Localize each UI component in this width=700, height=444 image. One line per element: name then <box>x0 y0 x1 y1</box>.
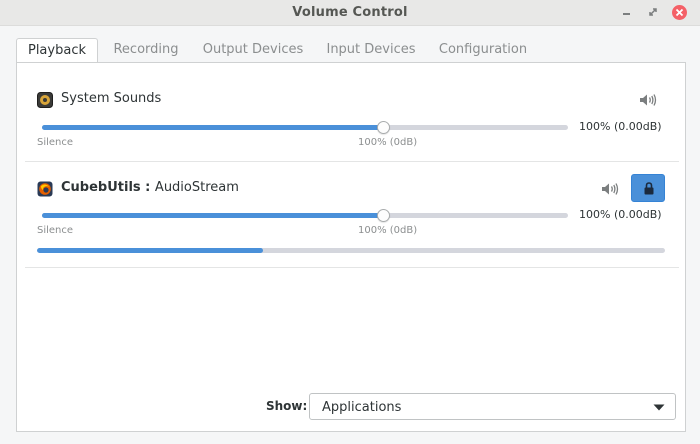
volume-slider-fill <box>42 125 384 130</box>
volume-slider[interactable] <box>42 213 568 218</box>
tab-label: Output Devices <box>202 42 304 57</box>
stream-row: System Sounds Silence 100% (0dB) 100% (0… <box>25 63 679 161</box>
minimize-button[interactable] <box>619 4 635 20</box>
tab-configuration[interactable]: Configuration <box>437 38 529 62</box>
stream-name-text: AudioStream <box>154 180 239 195</box>
silence-label: Silence <box>37 137 74 148</box>
tab-playback[interactable]: Playback <box>16 38 98 63</box>
volume-value-label: 100% (0.00dB) <box>579 208 662 221</box>
maximize-icon <box>649 8 657 16</box>
tab-label: Recording <box>113 42 179 57</box>
tab-recording[interactable]: Recording <box>106 38 186 62</box>
volume-slider[interactable] <box>42 125 568 130</box>
stream-name: CubebUtils : AudioStream <box>61 180 239 195</box>
volume-slider-handle[interactable] <box>377 121 391 134</box>
show-filter-dropdown[interactable]: Applications <box>309 393 676 420</box>
show-label: Show: <box>266 399 308 413</box>
maximize-button[interactable] <box>645 4 661 20</box>
stream-name-separator: : <box>140 180 155 195</box>
tab-output-devices[interactable]: Output Devices <box>202 38 304 62</box>
silence-label: Silence <box>37 225 74 236</box>
peak-level-meter <box>37 248 665 253</box>
mute-toggle-button[interactable] <box>639 93 657 107</box>
minimize-icon <box>623 13 630 15</box>
show-filter-value: Applications <box>322 400 402 415</box>
unity-mark-label: 100% (0dB) <box>358 137 418 148</box>
lock-channels-button[interactable] <box>631 174 665 202</box>
window-title: Volume Control <box>292 5 408 20</box>
unity-mark-label: 100% (0dB) <box>358 225 418 236</box>
stream-name-text: System Sounds <box>61 91 162 106</box>
divider <box>25 267 679 268</box>
stream-name: System Sounds <box>61 91 161 106</box>
peak-level-fill <box>37 248 264 253</box>
close-icon <box>675 8 684 17</box>
chevron-down-icon <box>653 404 665 411</box>
tab-input-devices[interactable]: Input Devices <box>323 38 419 62</box>
lock-icon <box>644 182 654 195</box>
volume-value-label: 100% (0.00dB) <box>579 120 662 133</box>
system-sounds-icon <box>37 92 53 108</box>
tab-label: Configuration <box>438 42 528 57</box>
stream-row: CubebUtils : AudioStream Silence 100% (0… <box>25 162 679 267</box>
tab-label: Input Devices <box>326 42 416 57</box>
close-button[interactable] <box>672 5 687 20</box>
stream-app-name: CubebUtils <box>61 180 141 195</box>
volume-slider-handle[interactable] <box>377 209 391 222</box>
mute-toggle-button[interactable] <box>601 182 619 196</box>
firefox-icon <box>37 181 53 197</box>
title-bar: Volume Control <box>0 0 700 26</box>
volume-slider-fill <box>42 213 384 218</box>
tab-label: Playback <box>27 43 86 58</box>
playback-panel: System Sounds Silence 100% (0dB) 100% (0… <box>16 62 686 432</box>
